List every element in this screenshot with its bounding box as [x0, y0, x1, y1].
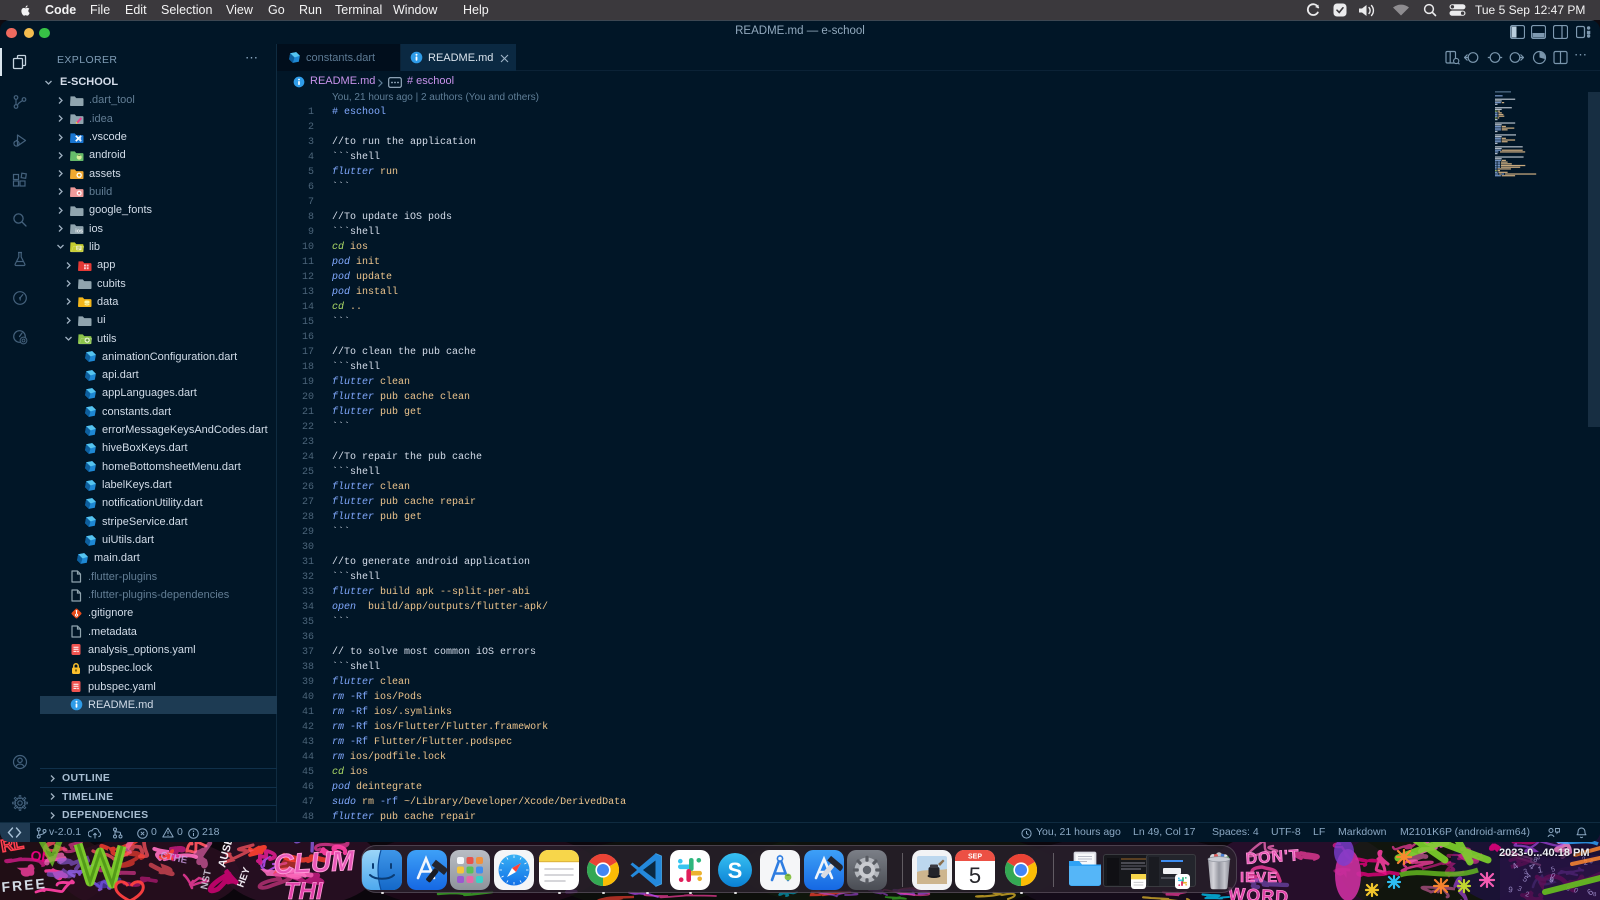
- svg-text:ios: ios: [75, 229, 83, 235]
- svg-text:IEVE: IEVE: [1240, 869, 1278, 886]
- svg-text:THI: THI: [284, 878, 324, 900]
- svg-text:OI: OI: [30, 847, 47, 865]
- svg-text:5: 5: [969, 863, 981, 888]
- svg-text:CLUM: CLUM: [273, 845, 356, 880]
- svg-text:SEP: SEP: [968, 854, 982, 861]
- svg-text:S: S: [728, 858, 743, 883]
